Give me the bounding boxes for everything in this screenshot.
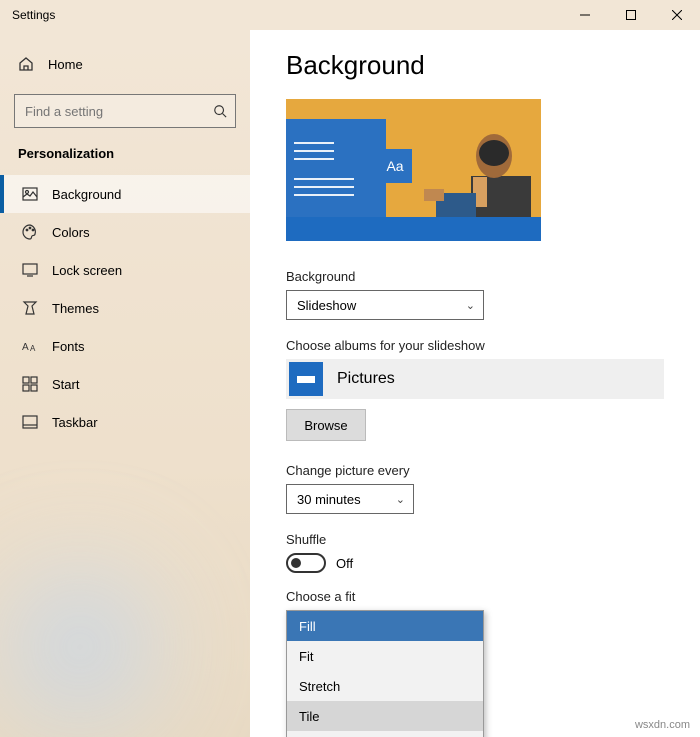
- palette-icon: [22, 224, 38, 240]
- sidebar-item-label: Fonts: [52, 339, 85, 354]
- folder-icon: [289, 362, 323, 396]
- sidebar-item-label: Background: [52, 187, 121, 202]
- svg-text:A: A: [22, 342, 29, 353]
- page-title: Background: [286, 50, 664, 81]
- maximize-button[interactable]: [608, 0, 654, 30]
- preview-person-image: [416, 121, 531, 224]
- picture-icon: [22, 186, 38, 202]
- chevron-down-icon: ⌄: [396, 493, 405, 506]
- lock-screen-icon: [22, 262, 38, 278]
- fit-option-fit[interactable]: Fit: [287, 641, 483, 671]
- start-icon: [22, 376, 38, 392]
- themes-icon: [22, 300, 38, 316]
- fit-dropdown-open[interactable]: Fill Fit Stretch Tile Center Span: [286, 610, 484, 737]
- sidebar-item-label: Colors: [52, 225, 90, 240]
- close-button[interactable]: [654, 0, 700, 30]
- decorative-orb: [0, 537, 190, 737]
- change-interval-dropdown[interactable]: 30 minutes ⌄: [286, 484, 414, 514]
- fit-label: Choose a fit: [286, 589, 664, 604]
- taskbar-icon: [22, 414, 38, 430]
- section-header: Personalization: [0, 138, 250, 175]
- fit-option-tile[interactable]: Tile: [287, 701, 483, 731]
- sidebar-item-start[interactable]: Start: [0, 365, 250, 403]
- home-label: Home: [48, 57, 83, 72]
- preview-sample-text: Aa: [378, 149, 412, 183]
- search-icon: [213, 104, 227, 118]
- shuffle-state: Off: [336, 556, 353, 571]
- minimize-button[interactable]: [562, 0, 608, 30]
- background-dropdown-value: Slideshow: [297, 298, 356, 313]
- album-item[interactable]: Pictures: [286, 359, 664, 399]
- sidebar-item-label: Start: [52, 377, 79, 392]
- titlebar: Settings: [0, 0, 700, 30]
- search-input[interactable]: [14, 94, 236, 128]
- home-icon: [18, 56, 34, 72]
- fonts-icon: AA: [22, 338, 38, 354]
- change-interval-value: 30 minutes: [297, 492, 361, 507]
- watermark: wsxdn.com: [635, 719, 690, 731]
- shuffle-label: Shuffle: [286, 532, 664, 547]
- window-title: Settings: [12, 8, 562, 22]
- fit-option-center[interactable]: Center: [287, 731, 483, 737]
- sidebar: Home Personalization Background Colors L…: [0, 30, 250, 737]
- sidebar-item-lock-screen[interactable]: Lock screen: [0, 251, 250, 289]
- fit-option-stretch[interactable]: Stretch: [287, 671, 483, 701]
- shuffle-toggle[interactable]: [286, 553, 326, 573]
- main-content: Background Aa Bac: [250, 30, 700, 737]
- album-name: Pictures: [337, 370, 395, 388]
- change-interval-label: Change picture every: [286, 463, 664, 478]
- sidebar-item-taskbar[interactable]: Taskbar: [0, 403, 250, 441]
- sidebar-item-label: Taskbar: [52, 415, 98, 430]
- background-dropdown[interactable]: Slideshow ⌄: [286, 290, 484, 320]
- sidebar-item-label: Lock screen: [52, 263, 122, 278]
- svg-text:A: A: [30, 344, 36, 353]
- fit-option-fill[interactable]: Fill: [287, 611, 483, 641]
- sidebar-item-fonts[interactable]: AA Fonts: [0, 327, 250, 365]
- albums-label: Choose albums for your slideshow: [286, 338, 664, 353]
- chevron-down-icon: ⌄: [466, 299, 475, 312]
- sidebar-item-themes[interactable]: Themes: [0, 289, 250, 327]
- search-field[interactable]: [25, 104, 213, 119]
- sidebar-item-label: Themes: [52, 301, 99, 316]
- browse-button[interactable]: Browse: [286, 409, 366, 441]
- home-nav[interactable]: Home: [0, 44, 250, 84]
- background-dropdown-label: Background: [286, 269, 664, 284]
- desktop-preview: Aa: [286, 99, 541, 241]
- sidebar-item-colors[interactable]: Colors: [0, 213, 250, 251]
- sidebar-item-background[interactable]: Background: [0, 175, 250, 213]
